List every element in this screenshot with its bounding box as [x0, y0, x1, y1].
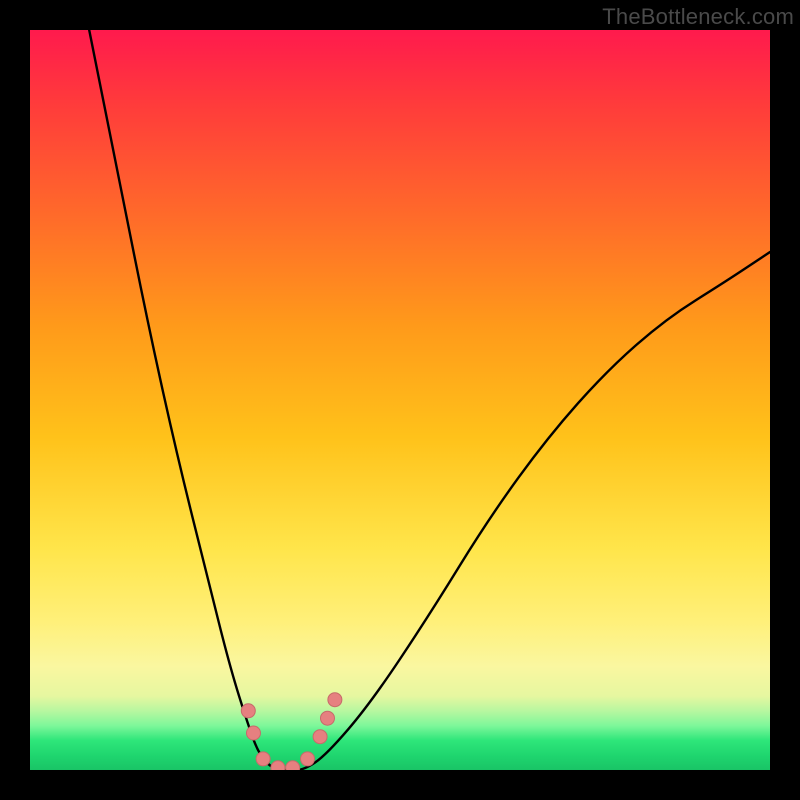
- curve-marker: [301, 752, 315, 766]
- curve-marker: [328, 693, 342, 707]
- curve-marker: [320, 711, 334, 725]
- chart-plot-area: [30, 30, 770, 770]
- curve-marker: [271, 761, 285, 770]
- watermark-text: TheBottleneck.com: [602, 4, 794, 30]
- curve-marker: [256, 752, 270, 766]
- chart-svg: [30, 30, 770, 770]
- curve-marker: [246, 726, 260, 740]
- curve-marker: [313, 730, 327, 744]
- marker-layer: [241, 693, 342, 770]
- curve-marker: [241, 704, 255, 718]
- chart-frame: TheBottleneck.com: [0, 0, 800, 800]
- curve-marker: [286, 761, 300, 770]
- bottleneck-curve: [89, 30, 770, 770]
